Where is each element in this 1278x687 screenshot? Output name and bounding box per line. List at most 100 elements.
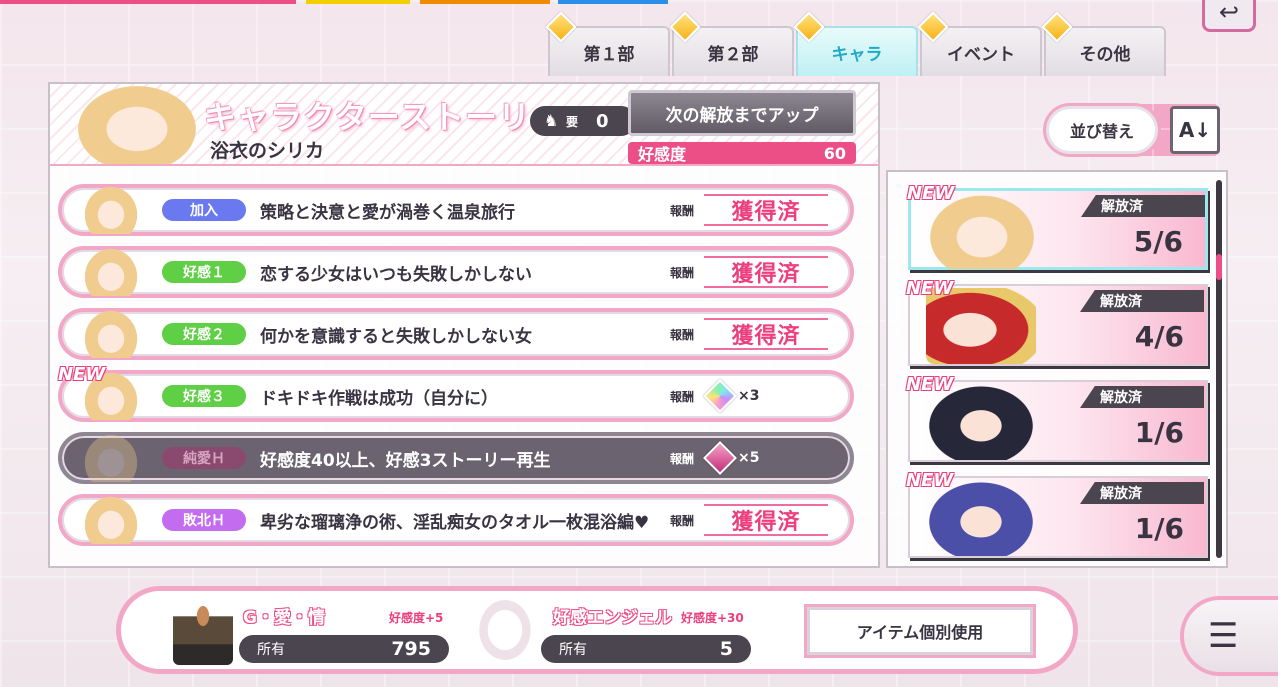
story-tag: 加入 <box>162 199 246 221</box>
character-thumbnail <box>926 384 1036 460</box>
rainbow-gem-icon <box>703 379 737 413</box>
story-count: 4/6 <box>1134 320 1184 353</box>
reward-label: 報酬 <box>670 265 695 280</box>
story-row[interactable]: 好感１ 恋する少女はいつも失敗しかしない 報酬 獲得済 <box>58 246 854 298</box>
requirement-label: 要 <box>566 114 579 129</box>
menu-button[interactable]: ☰ <box>1180 596 1278 676</box>
tab-character[interactable]: キャラ <box>793 11 918 76</box>
story-header: キャラクターストーリー 浴衣のシリカ ♞ 要 0 次の解放までアップ 好感度 6… <box>50 84 878 166</box>
requirement-value: 0 <box>596 110 609 132</box>
owned-counter: 所有 5 <box>541 635 751 663</box>
owned-label: 所有 <box>559 642 587 658</box>
tab-event[interactable]: イベント <box>917 11 1042 76</box>
reward-label: 報酬 <box>670 203 695 218</box>
back-arrow-icon: ↩ <box>1218 0 1240 26</box>
new-badge: NEW <box>58 364 106 385</box>
story-list: 加入 策略と決意と愛が渦巻く温泉旅行 報酬 獲得済 好感１ 恋する少女はいつも失… <box>58 184 854 556</box>
character-name: 浴衣のシリカ <box>210 140 325 162</box>
reward-obtained: 獲得済 <box>704 504 828 536</box>
character-card[interactable]: NEW 解放済 5/6 <box>907 183 1208 270</box>
character-portrait <box>78 86 196 164</box>
character-list-scrollbar[interactable] <box>1216 180 1222 558</box>
story-row[interactable]: NEW 好感３ ドキドキ作戦は成功（自分に） 報酬 ×3 <box>58 364 854 422</box>
top-status-strip <box>0 0 1278 6</box>
character-card[interactable]: NEW 解放済 1/6 <box>906 374 1208 462</box>
character-thumbnail <box>927 193 1037 269</box>
story-row[interactable]: 加入 策略と決意と愛が渦巻く温泉旅行 報酬 獲得済 <box>58 184 854 236</box>
tab-part2[interactable]: 第２部 <box>669 11 794 76</box>
character-avatar <box>84 496 138 544</box>
character-thumbnail <box>926 480 1036 556</box>
reward-label: 報酬 <box>670 327 695 342</box>
affinity-bar: 好感度 60 <box>628 142 856 164</box>
character-avatar <box>84 434 138 482</box>
owned-label: 所有 <box>257 642 285 658</box>
unlock-status: 解放済 <box>1080 386 1204 408</box>
sort-button[interactable]: 並び替え <box>1046 106 1158 154</box>
unlock-status: 解放済 <box>1080 290 1204 312</box>
story-title: ドキドキ作戦は成功（自分に） <box>260 388 498 409</box>
unlock-status: 解放済 <box>1081 195 1205 217</box>
tab-label: キャラ <box>831 44 883 65</box>
back-button[interactable]: ↩ <box>1202 0 1256 32</box>
sort-az-icon: A↓ <box>1178 118 1212 142</box>
story-count: 1/6 <box>1134 512 1184 545</box>
story-tag: 純愛Ｈ <box>162 447 246 469</box>
story-title: 策略と決意と愛が渦巻く温泉旅行 <box>260 202 515 223</box>
reward-quantity: ×3 <box>738 388 760 404</box>
character-avatar <box>84 248 138 296</box>
hamburger-menu-icon: ☰ <box>1208 616 1239 656</box>
story-count: 5/6 <box>1133 225 1183 258</box>
item-bonus: 好感度+30 <box>681 611 744 625</box>
story-count: 1/6 <box>1134 416 1184 449</box>
use-item-button[interactable]: アイテム個別使用 <box>807 607 1033 655</box>
reward-item: ×3 <box>703 379 760 413</box>
reward-obtained: 獲得済 <box>704 256 828 288</box>
tab-part1[interactable]: 第１部 <box>545 11 670 76</box>
tab-label: 第２部 <box>707 44 759 65</box>
story-panel: キャラクターストーリー 浴衣のシリカ ♞ 要 0 次の解放までアップ 好感度 6… <box>48 82 880 568</box>
item-bonus: 好感度+5 <box>389 611 444 625</box>
story-tag: 好感２ <box>162 323 246 345</box>
reward-label: 報酬 <box>670 451 695 466</box>
scroll-thumb[interactable] <box>1216 254 1222 280</box>
tab-other[interactable]: その他 <box>1041 11 1166 76</box>
reward-obtained: 獲得済 <box>704 194 828 226</box>
heart-crystal-icon <box>703 441 737 475</box>
sort-order-button[interactable]: A↓ <box>1170 106 1220 154</box>
reward-obtained: 獲得済 <box>704 318 828 350</box>
item-name: G・愛・情 <box>243 608 325 628</box>
character-list: NEW 解放済 5/6 NEW 解放済 4/6 NEW 解放済 1/6 NEW … <box>886 170 1228 568</box>
requirement-counter: ♞ 要 0 <box>530 106 636 136</box>
story-row[interactable]: 好感２ 何かを意識すると失敗しかしない女 報酬 獲得済 <box>58 308 854 360</box>
story-row-locked[interactable]: 純愛Ｈ 好感度40以上、好感3ストーリー再生 報酬 ×5 <box>58 432 854 484</box>
story-tag: 好感３ <box>162 385 246 407</box>
reward-item: ×5 <box>703 441 760 475</box>
affinity-value: 60 <box>823 143 846 163</box>
character-card[interactable]: NEW 解放済 1/6 <box>906 470 1208 558</box>
unlock-status: 解放済 <box>1080 482 1204 504</box>
reward-label: 報酬 <box>670 513 695 528</box>
new-badge: NEW <box>906 374 954 395</box>
story-tag: 敗北Ｈ <box>162 509 246 531</box>
reward-label: 報酬 <box>670 389 695 404</box>
unlock-next-button[interactable]: 次の解放までアップ <box>628 90 856 136</box>
character-avatar <box>84 186 138 234</box>
tab-label: イベント <box>947 44 1015 65</box>
affinity-label: 好感度 <box>638 145 687 164</box>
owned-value: 795 <box>391 638 431 660</box>
reward-quantity: ×5 <box>738 450 760 466</box>
guitar-figure-icon: ♞ <box>543 111 559 130</box>
tab-label: その他 <box>1079 44 1131 65</box>
story-title: 卑劣な瑠璃浄の術、淫乱痴女のタオル一枚混浴編♥ <box>260 512 650 533</box>
category-tabs: 第１部 第２部 キャラ イベント その他 <box>545 11 1166 76</box>
page-title: キャラクターストーリー <box>204 98 565 136</box>
character-card[interactable]: NEW 解放済 4/6 <box>906 278 1208 366</box>
story-row[interactable]: 敗北Ｈ 卑劣な瑠璃浄の術、淫乱痴女のタオル一枚混浴編♥ 報酬 獲得済 <box>58 494 854 546</box>
story-tag: 好感１ <box>162 261 246 283</box>
story-title: 恋する少女はいつも失敗しかしない <box>260 264 532 285</box>
new-badge: NEW <box>907 183 955 204</box>
owned-counter: 所有 795 <box>239 635 449 663</box>
new-badge: NEW <box>906 278 954 299</box>
character-thumbnail <box>926 288 1036 364</box>
